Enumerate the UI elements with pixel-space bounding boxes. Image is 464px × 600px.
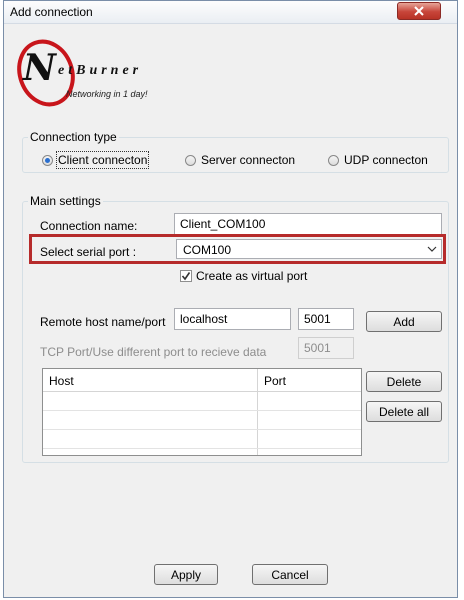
chevron-down-icon[interactable] <box>427 242 437 256</box>
radio-button[interactable] <box>328 154 339 166</box>
radio-label: Server connecton <box>201 153 296 167</box>
radio-server[interactable]: Server connecton <box>185 153 295 167</box>
column-port[interactable]: Port <box>264 374 286 388</box>
serial-port-value: COM100 <box>183 243 232 257</box>
virtual-port-label: Create as virtual port <box>196 269 308 283</box>
apply-button[interactable]: Apply <box>154 564 218 585</box>
hosts-table[interactable]: Host Port <box>42 368 362 456</box>
table-row[interactable] <box>43 392 361 411</box>
close-icon <box>414 6 424 16</box>
remote-port-input[interactable]: 5001 <box>298 308 354 330</box>
logo-tagline: Networking in 1 day! <box>66 89 148 99</box>
table-header: Host Port <box>43 369 361 392</box>
radio-button[interactable] <box>185 154 196 166</box>
radio-client[interactable]: Client connecton <box>42 151 150 169</box>
radio-label: Client connecton <box>55 151 150 169</box>
table-row[interactable] <box>43 411 361 430</box>
table-row[interactable] <box>43 430 361 449</box>
tcp-port-label: TCP Port/Use different port to recieve d… <box>40 345 267 359</box>
check-icon <box>181 272 191 281</box>
remote-host-label: Remote host name/port <box>40 315 166 329</box>
logo-word: etBurner <box>58 63 143 78</box>
title-bar[interactable]: Add connection <box>4 1 457 24</box>
virtual-port-checkbox[interactable] <box>180 270 192 282</box>
add-connection-dialog: Add connection N etBurner Networking in … <box>3 0 458 598</box>
column-host[interactable]: Host <box>49 374 74 388</box>
window-title: Add connection <box>10 5 93 19</box>
netburner-logo: N etBurner Networking in 1 day! <box>14 31 214 111</box>
radio-udp[interactable]: UDP connecton <box>328 153 428 167</box>
connection-type-legend: Connection type <box>28 130 119 144</box>
add-button[interactable]: Add <box>366 311 442 332</box>
cancel-button[interactable]: Cancel <box>252 564 328 585</box>
remote-host-input[interactable]: localhost <box>174 308 291 330</box>
connection-name-input[interactable]: Client_COM100 <box>174 213 442 235</box>
main-settings-legend: Main settings <box>28 194 103 208</box>
serial-port-select[interactable]: COM100 <box>176 239 442 259</box>
serial-port-label: Select serial port : <box>40 245 137 259</box>
delete-all-button[interactable]: Delete all <box>366 401 442 422</box>
logo-letter: N <box>23 47 56 89</box>
connection-name-label: Connection name: <box>40 219 138 233</box>
virtual-port-option[interactable]: Create as virtual port <box>180 269 307 283</box>
radio-button[interactable] <box>42 154 53 166</box>
radio-label: UDP connecton <box>344 153 428 167</box>
close-button[interactable] <box>397 2 441 20</box>
delete-button[interactable]: Delete <box>366 371 442 392</box>
tcp-port-input[interactable]: 5001 <box>298 337 354 359</box>
